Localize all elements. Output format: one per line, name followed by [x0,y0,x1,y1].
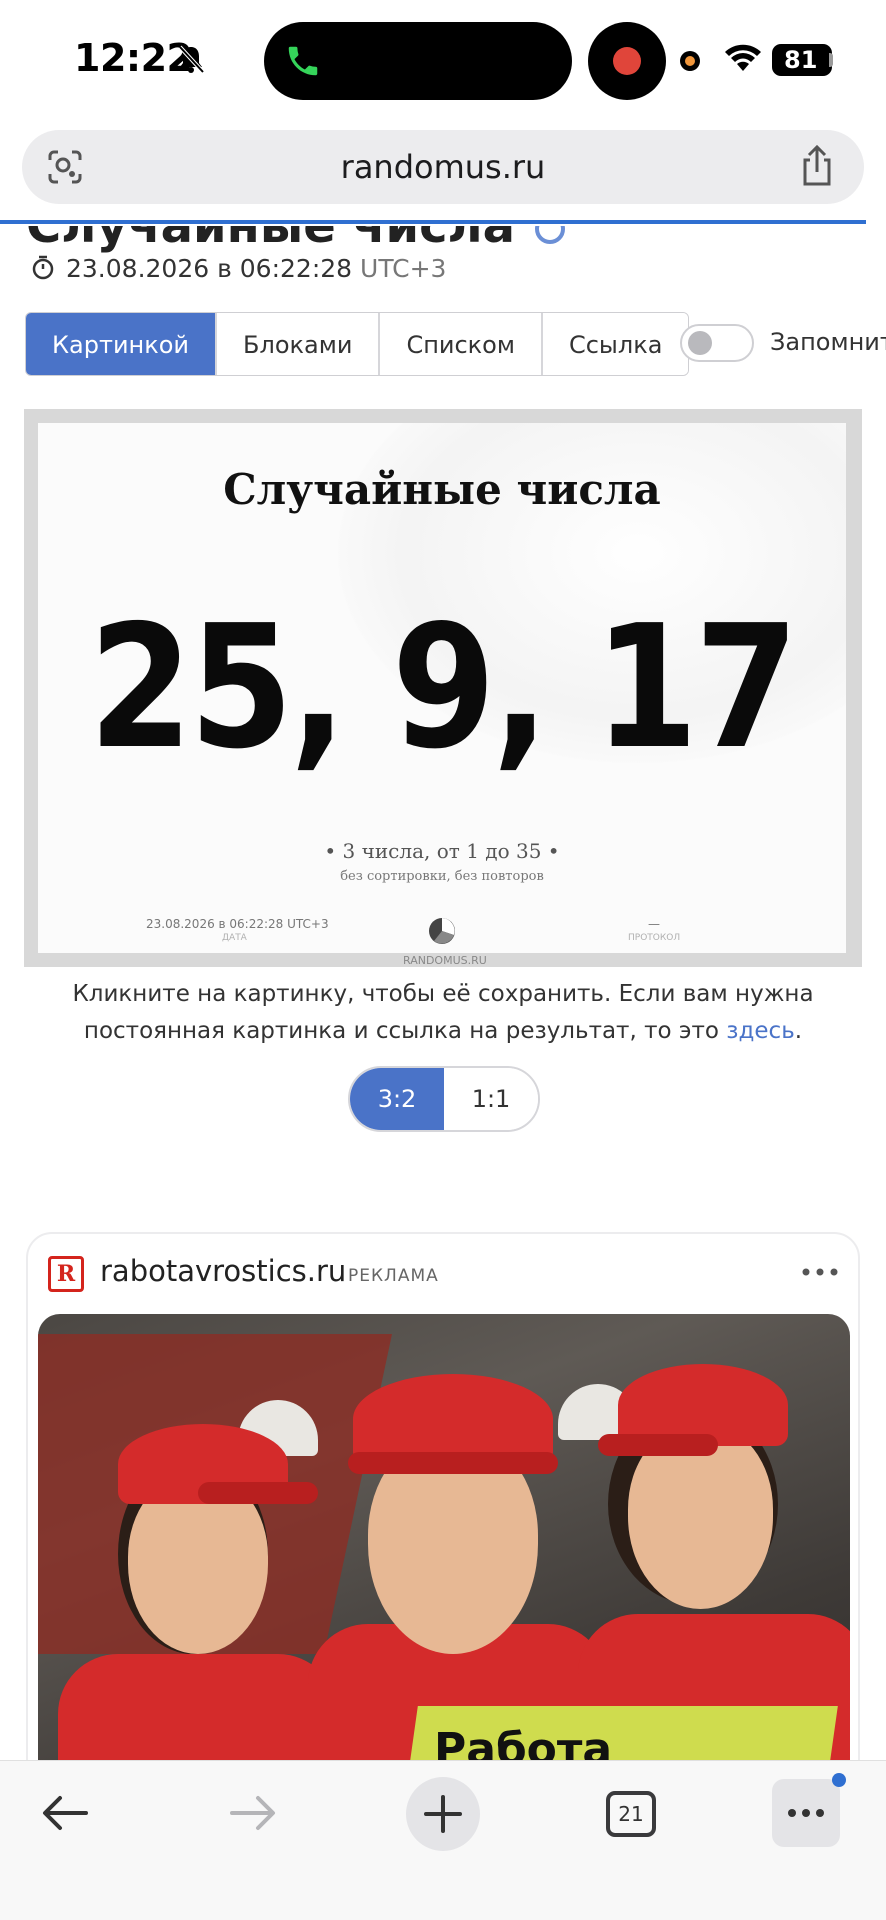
save-instruction-text: Кликните на картинку, чтобы её сохранить… [72,981,814,1044]
menu-button[interactable] [772,1773,846,1847]
result-image[interactable]: Случайные числа 25, 9, 17 • 3 числа, от … [38,423,846,953]
back-icon[interactable] [40,1793,90,1833]
battery-indicator: 81 [772,44,832,76]
save-instruction: Кликните на картинку, чтобы её сохранить… [40,976,846,1050]
timestamp-value: 23.08.2026 в 06:22:28 [66,254,353,283]
share-icon[interactable] [798,144,836,188]
ratio-3-2-button[interactable]: 3:2 [350,1068,444,1130]
result-title: Случайные числа [223,465,661,514]
privacy-dot [680,51,700,71]
bell-slash-icon [178,45,205,74]
advertiser-domain[interactable]: rabotavrostics.ru [100,1254,346,1288]
remember-label: Запомнить [770,328,886,356]
forward-icon[interactable] [228,1793,278,1833]
ad-label: РЕКЛАМА [348,1266,439,1286]
result-image-frame[interactable]: Случайные числа 25, 9, 17 • 3 числа, от … [24,409,862,967]
result-date-label: ДАТА [222,933,247,943]
status-bar: 12:22 81 [0,0,886,120]
tabs-icon[interactable]: 21 [606,1791,656,1837]
advertiser-logo: R [48,1256,84,1292]
tab-list[interactable]: Списком [380,313,543,375]
aspect-ratio-toggle: 3:2 1:1 [348,1066,540,1132]
page-title-text: Случайные числа [26,198,516,254]
browser-toolbar: 21 [0,1760,886,1920]
ratio-1-1-button[interactable]: 1:1 [444,1068,538,1130]
verified-badge [535,226,566,244]
tab-image[interactable]: Картинкой [26,313,218,375]
menu-icon [788,1809,824,1817]
timestamp-timezone: UTC+3 [360,254,447,283]
remember-toggle[interactable] [680,324,754,362]
stopwatch-icon [32,255,54,280]
output-mode-tabs: Картинкой Блоками Списком Ссылка [25,312,690,376]
more-icon[interactable] [800,1262,840,1282]
toggle-knob [688,331,712,355]
address-bar[interactable]: randomus.ru [22,130,864,204]
battery-cap [829,53,833,67]
permanent-link[interactable]: здесь [726,1018,794,1044]
url-text[interactable]: randomus.ru [22,148,864,186]
result-site-label: RANDOMUS.RU [403,954,487,967]
notification-dot [832,1773,846,1787]
save-instruction-end: . [794,1018,803,1044]
tab-link[interactable]: Ссылка [542,313,689,375]
randomus-logo-icon [429,918,455,944]
result-date-value: 23.08.2026 в 06:22:28 UTC+3 [146,917,329,931]
phone-icon [288,46,318,76]
advertisement[interactable]: R rabotavrostics.ru РЕКЛАМА Работа [26,1232,860,1792]
result-protocol-label: ПРОТОКОЛ [628,933,681,943]
new-tab-button[interactable] [406,1777,480,1851]
result-description: • 3 числа, от 1 до 35 • [324,839,560,863]
recording-indicator [588,22,666,100]
plus-icon [424,1795,462,1833]
status-time: 12:22 [74,36,193,80]
tab-blocks[interactable]: Блоками [217,313,381,375]
page-load-progress [0,220,866,224]
wifi-icon [725,44,761,71]
result-numbers: 25, 9, 17 [88,589,799,787]
page-title: Случайные числа [26,198,566,254]
result-subdescription: без сортировки, без повторов [340,869,544,884]
result-protocol-value: — [648,917,660,931]
generation-timestamp: 23.08.2026 в 06:22:28 UTC+3 [30,254,446,283]
dynamic-island[interactable] [264,22,572,100]
ad-image[interactable]: Работа [38,1314,850,1790]
